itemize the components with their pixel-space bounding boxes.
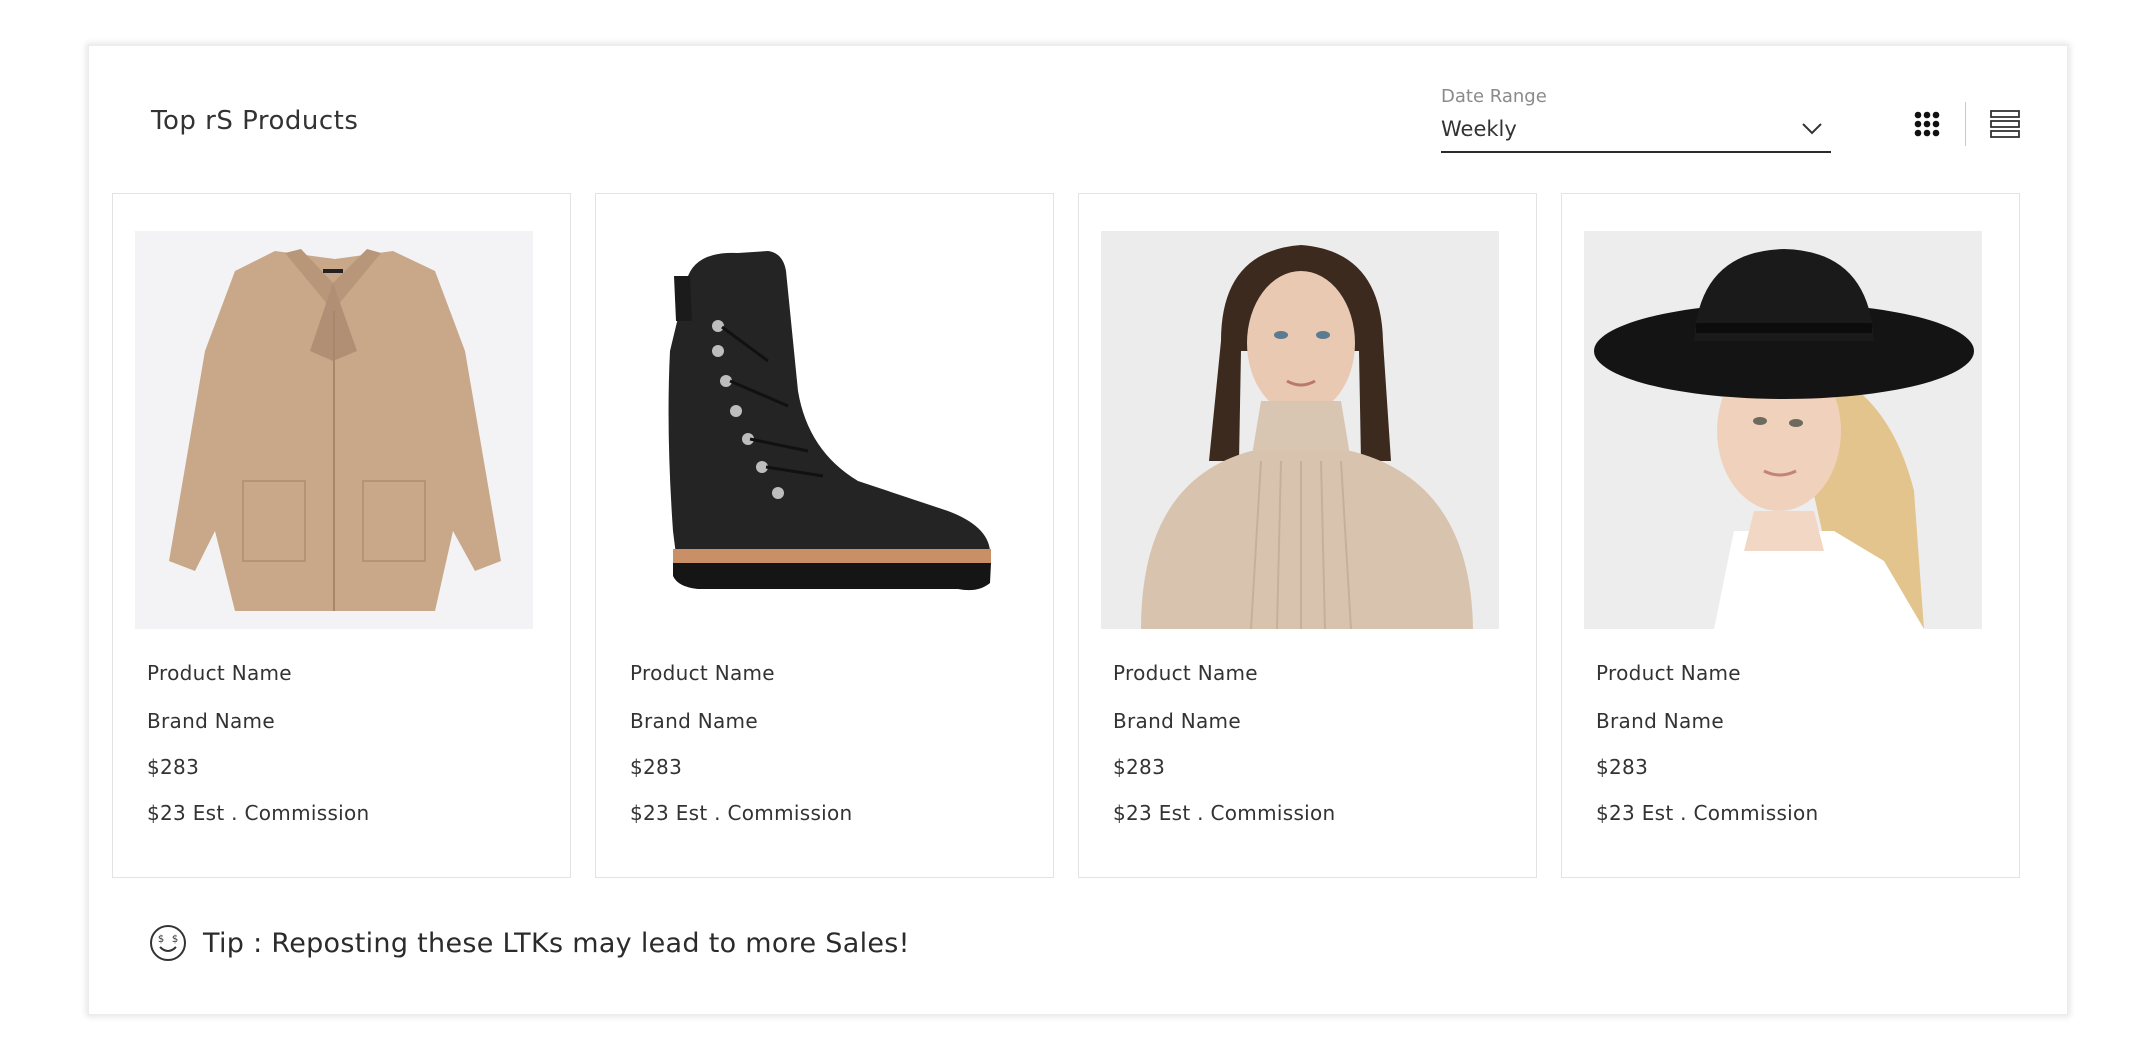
brand-name: Brand Name xyxy=(147,709,275,733)
product-card[interactable]: Product Name Brand Name $283 $23 Est . C… xyxy=(595,193,1054,878)
product-info: Product Name Brand Name $283 $23 Est . C… xyxy=(147,661,370,825)
boot-image xyxy=(618,231,1016,629)
product-image-boot[interactable] xyxy=(618,231,1016,629)
view-toggle xyxy=(1913,102,2020,146)
brand-name: Brand Name xyxy=(1113,709,1241,733)
product-name[interactable]: Product Name xyxy=(147,661,370,685)
top-products-panel: Top rS Products Date Range Weekly Produc… xyxy=(88,45,2068,1015)
product-image-sweater[interactable] xyxy=(1101,231,1499,629)
date-range-dropdown[interactable]: Date Range Weekly xyxy=(1441,86,1831,153)
product-image-cardigan[interactable] xyxy=(135,231,533,629)
hat-model-image xyxy=(1584,231,1982,629)
product-info: Product Name Brand Name $283 $23 Est . C… xyxy=(630,661,853,825)
sweater-model-image xyxy=(1101,231,1499,629)
product-price: $283 xyxy=(1596,755,1649,779)
date-range-select[interactable]: Weekly xyxy=(1441,117,1831,153)
cardigan-image xyxy=(135,231,533,629)
product-name[interactable]: Product Name xyxy=(1113,661,1336,685)
product-card[interactable]: Product Name Brand Name $283 $23 Est . C… xyxy=(1078,193,1537,878)
grid-view-icon[interactable] xyxy=(1913,110,1941,138)
product-price: $283 xyxy=(630,755,683,779)
brand-name: Brand Name xyxy=(1596,709,1724,733)
product-price: $283 xyxy=(1113,755,1166,779)
brand-name: Brand Name xyxy=(630,709,758,733)
svg-text:$: $ xyxy=(158,934,164,945)
svg-text:$: $ xyxy=(172,934,178,945)
tip-banner: $ $ Tip : Reposting these LTKs may lead … xyxy=(149,924,910,962)
date-range-value: Weekly xyxy=(1441,117,1517,141)
chevron-down-icon[interactable] xyxy=(1801,122,1823,136)
est-commission: $23 Est . Commission xyxy=(147,801,370,825)
date-range-label: Date Range xyxy=(1441,86,1547,107)
view-toggle-divider xyxy=(1965,102,1966,146)
est-commission: $23 Est . Commission xyxy=(1596,801,1819,825)
product-price: $283 xyxy=(147,755,200,779)
est-commission: $23 Est . Commission xyxy=(1113,801,1336,825)
list-view-icon[interactable] xyxy=(1990,110,2020,138)
product-name[interactable]: Product Name xyxy=(1596,661,1819,685)
product-card[interactable]: Product Name Brand Name $283 $23 Est . C… xyxy=(112,193,571,878)
tip-text: Tip : Reposting these LTKs may lead to m… xyxy=(203,927,910,959)
product-card[interactable]: Product Name Brand Name $283 $23 Est . C… xyxy=(1561,193,2020,878)
page-title: Top rS Products xyxy=(151,106,359,136)
money-face-icon: $ $ xyxy=(150,925,186,961)
product-image-hat[interactable] xyxy=(1584,231,1982,629)
product-info: Product Name Brand Name $283 $23 Est . C… xyxy=(1113,661,1336,825)
est-commission: $23 Est . Commission xyxy=(630,801,853,825)
product-info: Product Name Brand Name $283 $23 Est . C… xyxy=(1596,661,1819,825)
product-cards: Product Name Brand Name $283 $23 Est . C… xyxy=(112,193,2020,878)
product-name[interactable]: Product Name xyxy=(630,661,853,685)
